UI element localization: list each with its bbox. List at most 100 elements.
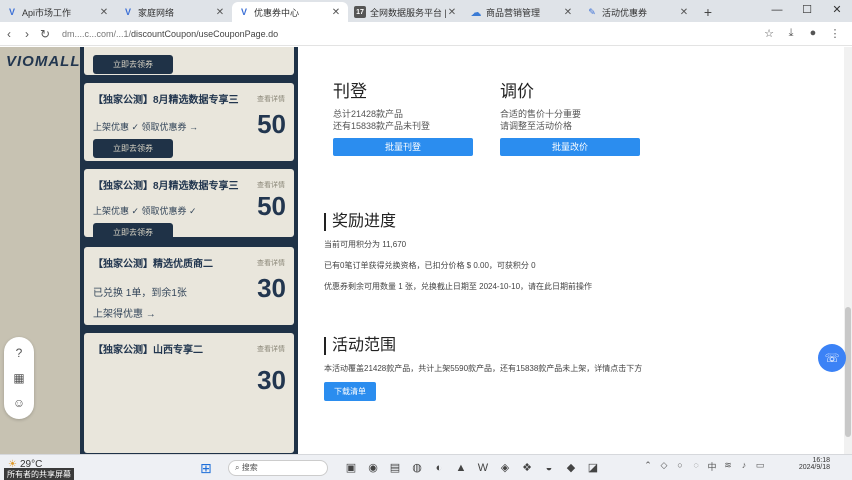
coupon-detail-link[interactable]: 查看详情 <box>257 180 285 190</box>
tray-expand-icon[interactable]: ⌃ <box>640 460 656 473</box>
qrcode-icon[interactable]: ▦ <box>13 371 24 385</box>
download-list-button[interactable]: 下载清单 <box>324 382 376 401</box>
coupon-card: 立即去领券 <box>84 47 294 75</box>
battery-icon[interactable]: ▭ <box>752 460 768 473</box>
coupon-detail-link[interactable]: 查看详情 <box>257 94 285 104</box>
points-available: 当前可用积分为 11,670 <box>324 240 407 249</box>
page-scrollbar[interactable] <box>844 47 852 454</box>
coupon-title: 【独家公测】8月精选数据专享三 <box>93 95 239 106</box>
coupon-card: 【独家公测】8月精选数据专享三 查看详情 上架优惠 ✓ 领取优惠券 → 50 立… <box>84 83 294 161</box>
listing-heading: 刊登 <box>333 82 367 101</box>
viomall-logo: VIOMALL <box>6 53 81 70</box>
tab-data-platform[interactable]: 17 全网数据服务平台 | 17[F ✕ <box>348 2 464 22</box>
star-icon[interactable]: ☆ <box>758 27 780 40</box>
listing-block: 刊登 总计21428款产品 还有15838款产品未刊登 批量刊登 <box>333 77 493 156</box>
url-field[interactable]: dm....c...com/...1/discountCoupon/useCou… <box>62 29 758 39</box>
close-icon[interactable]: ✕ <box>678 7 690 18</box>
wps-icon[interactable]: W <box>472 458 494 478</box>
bulk-reprice-button[interactable]: 批量改价 <box>500 138 640 156</box>
profile-icon[interactable]: ● <box>802 27 824 40</box>
coupon-detail-link[interactable]: 查看详情 <box>257 344 285 354</box>
url-host: dm....c...com/...1/ <box>62 28 132 39</box>
bulk-listing-button[interactable]: 批量刊登 <box>333 138 473 156</box>
reward-progress-section: 奖励进度 当前可用积分为 11,670 已有0笔订单获得兑换资格，已扣分价格 $… <box>324 213 592 292</box>
window-controls: — ☐ ✕ <box>762 0 852 22</box>
ime-icon[interactable]: 中 <box>704 460 720 473</box>
claim-coupon-button[interactable]: 立即去领券 <box>93 139 173 158</box>
coupon-card: 【独家公测】精选优质商二 查看详情 已兑换 1单，到余1张 上架得优惠 → 30 <box>84 247 294 325</box>
claim-coupon-button[interactable]: 立即去领券 <box>93 223 173 242</box>
chrome-icon[interactable]: ◉ <box>362 458 384 478</box>
task-view-icon[interactable]: ▣ <box>340 458 362 478</box>
tab-coupon-center[interactable]: V 优惠券中心 ✕ <box>232 2 348 22</box>
app-icon[interactable]: ◈ <box>494 458 516 478</box>
close-icon[interactable]: ✕ <box>330 7 342 18</box>
tab-title: 全网数据服务平台 | 17[F <box>370 7 446 18</box>
app-icon[interactable]: ◐ <box>428 458 450 478</box>
app-icon[interactable]: ◍ <box>406 458 428 478</box>
coupon-detail-link[interactable]: 查看详情 <box>257 258 285 268</box>
browser-toolbar: ☆ ⤓ ● ⋮ <box>758 27 846 40</box>
system-tray: ⌃ ◇ ○ ◌ 中 ≋ ♪ ▭ <box>640 460 768 473</box>
coupon-amount: 30 <box>257 365 286 395</box>
tab-api-market[interactable]: V Api市场工作 ✕ <box>0 2 116 22</box>
taskbar-search[interactable]: ⌕ 搜索 <box>228 460 328 476</box>
scrollbar-thumb[interactable] <box>845 307 851 437</box>
windows-taskbar: ☀ 29°C ⊞ ⌕ 搜索 ▣ ◉ ▤ ◍ ◐ ▲ W ◈ ❖ ◒ ◆ ◪ ⌃ ◇… <box>0 454 852 480</box>
tray-app-icon[interactable]: ○ <box>672 460 688 473</box>
close-icon[interactable]: ✕ <box>98 7 110 18</box>
coupon-action-link[interactable]: 上架得优惠 → <box>93 305 285 320</box>
app-icon[interactable]: ▲ <box>450 458 472 478</box>
back-icon[interactable]: ‹ <box>0 27 18 41</box>
activity-scope-heading: 活动范围 <box>324 337 642 355</box>
maximize-icon[interactable]: ☐ <box>792 0 822 22</box>
close-icon[interactable]: ✕ <box>562 7 574 18</box>
edge-icon[interactable]: ◒ <box>538 458 560 478</box>
floating-toolbar: ? ▦ ☺ <box>4 337 34 419</box>
tab-favicon: V <box>8 7 15 17</box>
tab-title: 商品营销管理 <box>486 7 541 18</box>
wifi-icon[interactable]: ≋ <box>720 460 736 473</box>
taskbar-clock[interactable]: 16:18 2024/9/18 <box>799 457 830 471</box>
windows-start-icon[interactable]: ⊞ <box>200 460 212 477</box>
download-icon[interactable]: ⤓ <box>780 27 802 40</box>
clock-time: 16:18 <box>812 457 830 464</box>
chat-icon[interactable]: ☏ <box>818 344 846 372</box>
coupon-card-column: 立即去领券 【独家公测】8月精选数据专享三 查看详情 上架优惠 ✓ 领取优惠券 … <box>80 47 298 454</box>
clock-date: 2024/9/18 <box>798 464 830 471</box>
new-tab-button[interactable]: + <box>696 2 720 22</box>
activity-scope-section: 活动范围 本活动覆盖21428款产品，共计上架5590款产品，还有15838款产… <box>324 337 642 401</box>
address-bar: ‹ › ↻ dm....c...com/...1/discountCoupon/… <box>0 22 852 46</box>
volume-icon[interactable]: ♪ <box>736 460 752 473</box>
listing-total: 总计21428款产品 <box>333 109 404 119</box>
app-icon[interactable]: ◆ <box>560 458 582 478</box>
claim-coupon-button[interactable]: 立即去领券 <box>93 55 173 74</box>
reload-icon[interactable]: ↻ <box>36 27 54 41</box>
tab-activity-coupon[interactable]: ✎ 活动优惠券 ✕ <box>580 2 696 22</box>
user-service-icon[interactable]: ☺ <box>13 396 25 410</box>
tab-title: 优惠券中心 <box>254 7 300 18</box>
app-icon[interactable]: ◪ <box>582 458 604 478</box>
tab-title: 家庭网络 <box>138 7 175 18</box>
coupon-amount: 30 <box>257 273 286 303</box>
tab-favicon: ✎ <box>588 6 596 17</box>
minimize-icon[interactable]: — <box>762 0 792 22</box>
app-icon[interactable]: ❖ <box>516 458 538 478</box>
screen-share-label: 所有者的共享屏幕 <box>4 468 74 480</box>
tab-favicon: ☁ <box>470 6 482 19</box>
close-icon[interactable]: ✕ <box>214 7 226 18</box>
close-window-icon[interactable]: ✕ <box>822 0 852 22</box>
pricing-block: 调价 合适的售价十分重要 请调整至活动价格 批量改价 <box>500 77 660 156</box>
menu-icon[interactable]: ⋮ <box>824 27 846 40</box>
tab-home-network[interactable]: V 家庭网络 ✕ <box>116 2 232 22</box>
close-icon[interactable]: ✕ <box>446 7 458 18</box>
pricing-hint-2: 请调整至活动价格 <box>500 121 573 131</box>
tray-app-icon[interactable]: ◌ <box>688 460 704 473</box>
tray-app-icon[interactable]: ◇ <box>656 460 672 473</box>
forward-icon[interactable]: › <box>18 27 36 41</box>
pricing-hint: 合适的售价十分重要 <box>500 109 582 119</box>
orders-status: 已有0笔订单获得兑换资格，已扣分价格 $ 0.00，可获积分 0 <box>324 261 536 270</box>
tab-marketing[interactable]: ☁ 商品营销管理 ✕ <box>464 2 580 22</box>
help-icon[interactable]: ? <box>16 346 23 360</box>
file-icon[interactable]: ▤ <box>384 458 406 478</box>
